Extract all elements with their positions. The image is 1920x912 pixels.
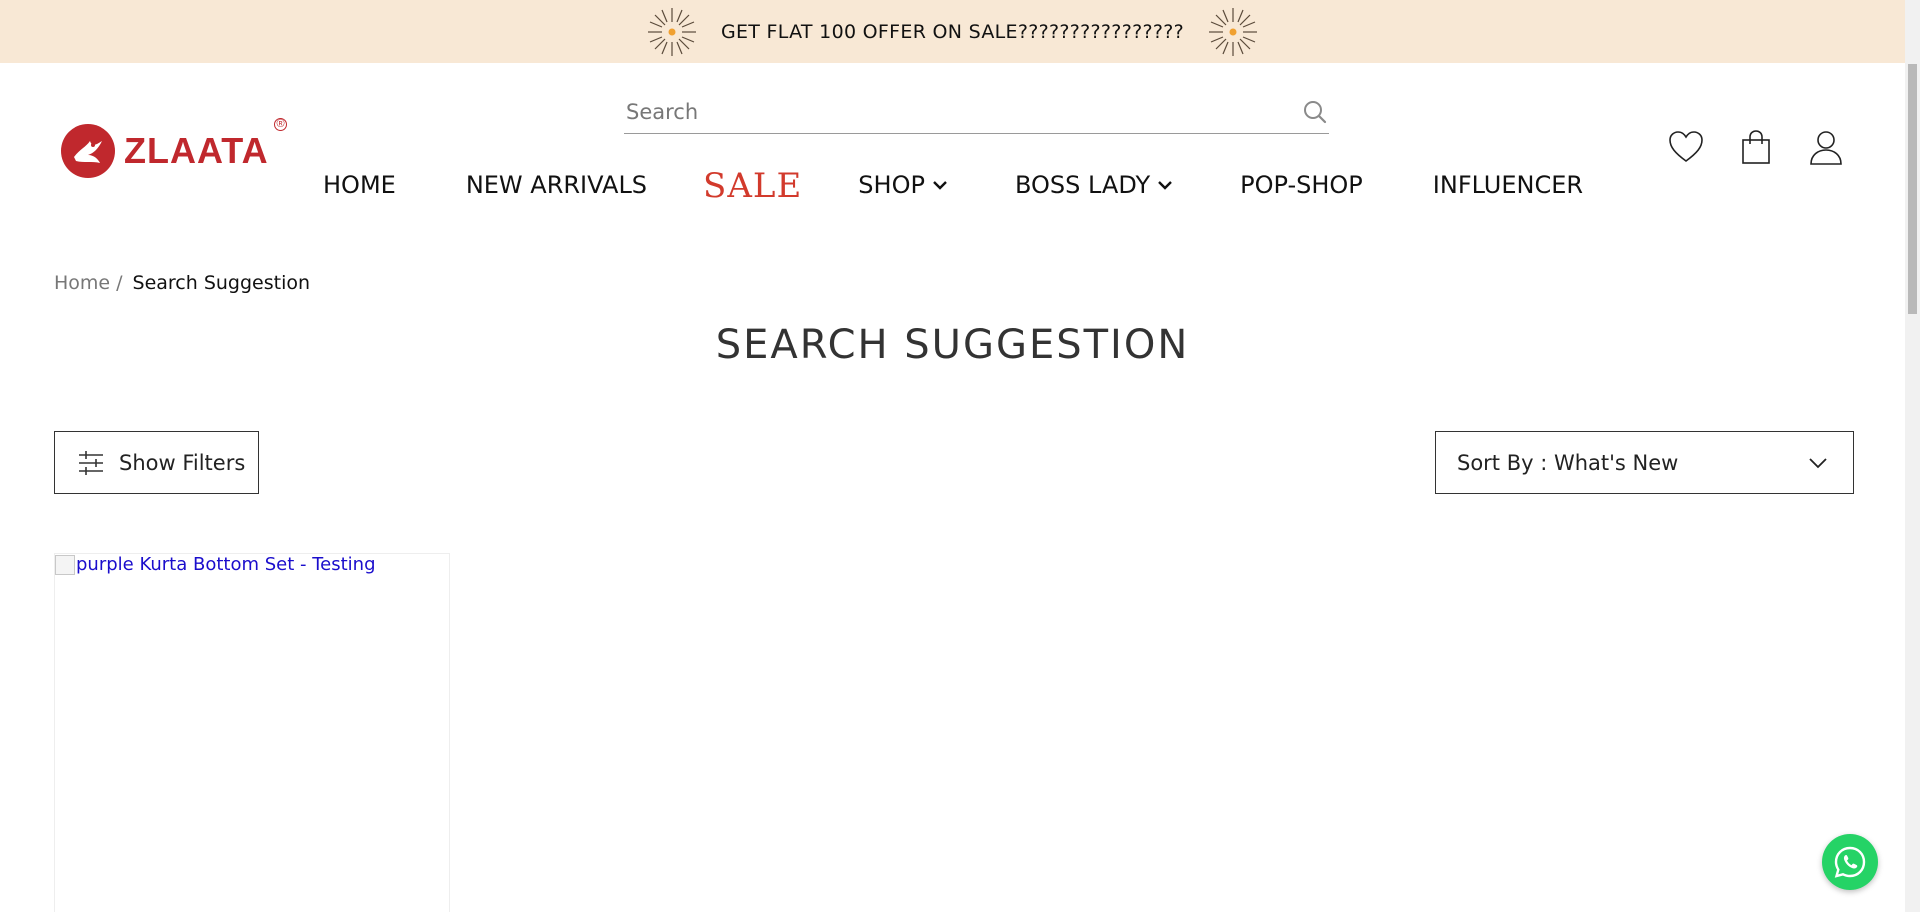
page-title: SEARCH SUGGESTION xyxy=(715,322,1190,368)
broken-image-icon xyxy=(55,555,75,575)
firework-icon xyxy=(1209,7,1257,56)
shopping-bag-icon[interactable] xyxy=(1737,128,1775,166)
nav-boss-lady[interactable]: BOSS LADY xyxy=(1015,171,1174,199)
search-bar xyxy=(624,90,1329,134)
announcement-text: GET FLAT 100 OFFER ON SALE??????????????… xyxy=(720,20,1184,43)
nav-new-arrivals[interactable]: NEW ARRIVALS xyxy=(466,171,647,199)
nav-new-arrivals-label: NEW ARRIVALS xyxy=(465,171,648,199)
show-filters-label: Show Filters xyxy=(119,450,246,475)
nav-influencer-label: INFLUENCER xyxy=(1432,171,1584,199)
search-input[interactable] xyxy=(624,99,1284,124)
whatsapp-chat-button[interactable] xyxy=(1822,834,1878,890)
scrollbar-thumb[interactable] xyxy=(1908,64,1917,314)
chevron-down-icon xyxy=(1809,458,1827,469)
announcement-bar: GET FLAT 100 OFFER ON SALE??????????????… xyxy=(0,0,1905,63)
product-image[interactable]: purple Kurta Bottom Set - Testing xyxy=(55,554,449,576)
nav-sale[interactable]: SALE xyxy=(703,166,802,206)
nav-boss-lady-label: BOSS LADY xyxy=(1014,171,1151,199)
chevron-down-icon xyxy=(1158,181,1173,190)
sliders-icon xyxy=(79,450,103,475)
firework-icon xyxy=(647,7,696,56)
sort-label: Sort By : What's New xyxy=(1457,450,1679,475)
nav-home[interactable]: HOME xyxy=(323,171,396,199)
nav-pop-shop[interactable]: POP-SHOP xyxy=(1240,171,1363,199)
main-nav: HOME NEW ARRIVALS SALE SHOP BOSS LADY PO… xyxy=(323,160,1583,210)
page-scrollbar[interactable] xyxy=(1905,0,1920,912)
search-icon[interactable] xyxy=(1301,98,1329,126)
chevron-down-icon xyxy=(933,181,947,190)
nav-influencer[interactable]: INFLUENCER xyxy=(1433,171,1583,199)
nav-home-label: HOME xyxy=(323,171,396,199)
site-logo[interactable]: ZLAATA ® xyxy=(60,118,290,182)
registered-mark: ® xyxy=(274,118,287,131)
breadcrumb-current: Search Suggestion xyxy=(132,272,311,294)
breadcrumb-separator: / xyxy=(116,272,123,294)
product-image-alt-text[interactable]: purple Kurta Bottom Set - Testing xyxy=(76,554,376,576)
user-icon[interactable] xyxy=(1807,128,1845,166)
sort-select[interactable]: Sort By : What's New xyxy=(1435,431,1854,494)
logo-wordmark: ZLAATA xyxy=(124,130,269,171)
nav-shop-label: SHOP xyxy=(858,171,925,199)
heart-icon[interactable] xyxy=(1667,128,1705,166)
header-icons xyxy=(1667,128,1877,166)
whatsapp-icon xyxy=(1834,846,1866,878)
nav-sale-label: SALE xyxy=(703,166,803,206)
phoenix-logo-icon xyxy=(61,124,115,178)
product-card[interactable]: purple Kurta Bottom Set - Testing xyxy=(54,553,450,912)
breadcrumb-home[interactable]: Home xyxy=(54,272,110,294)
show-filters-button[interactable]: Show Filters xyxy=(54,431,259,494)
breadcrumb: Home / Search Suggestion xyxy=(54,272,310,294)
nav-pop-shop-label: POP-SHOP xyxy=(1240,171,1363,199)
nav-shop[interactable]: SHOP xyxy=(858,171,949,199)
